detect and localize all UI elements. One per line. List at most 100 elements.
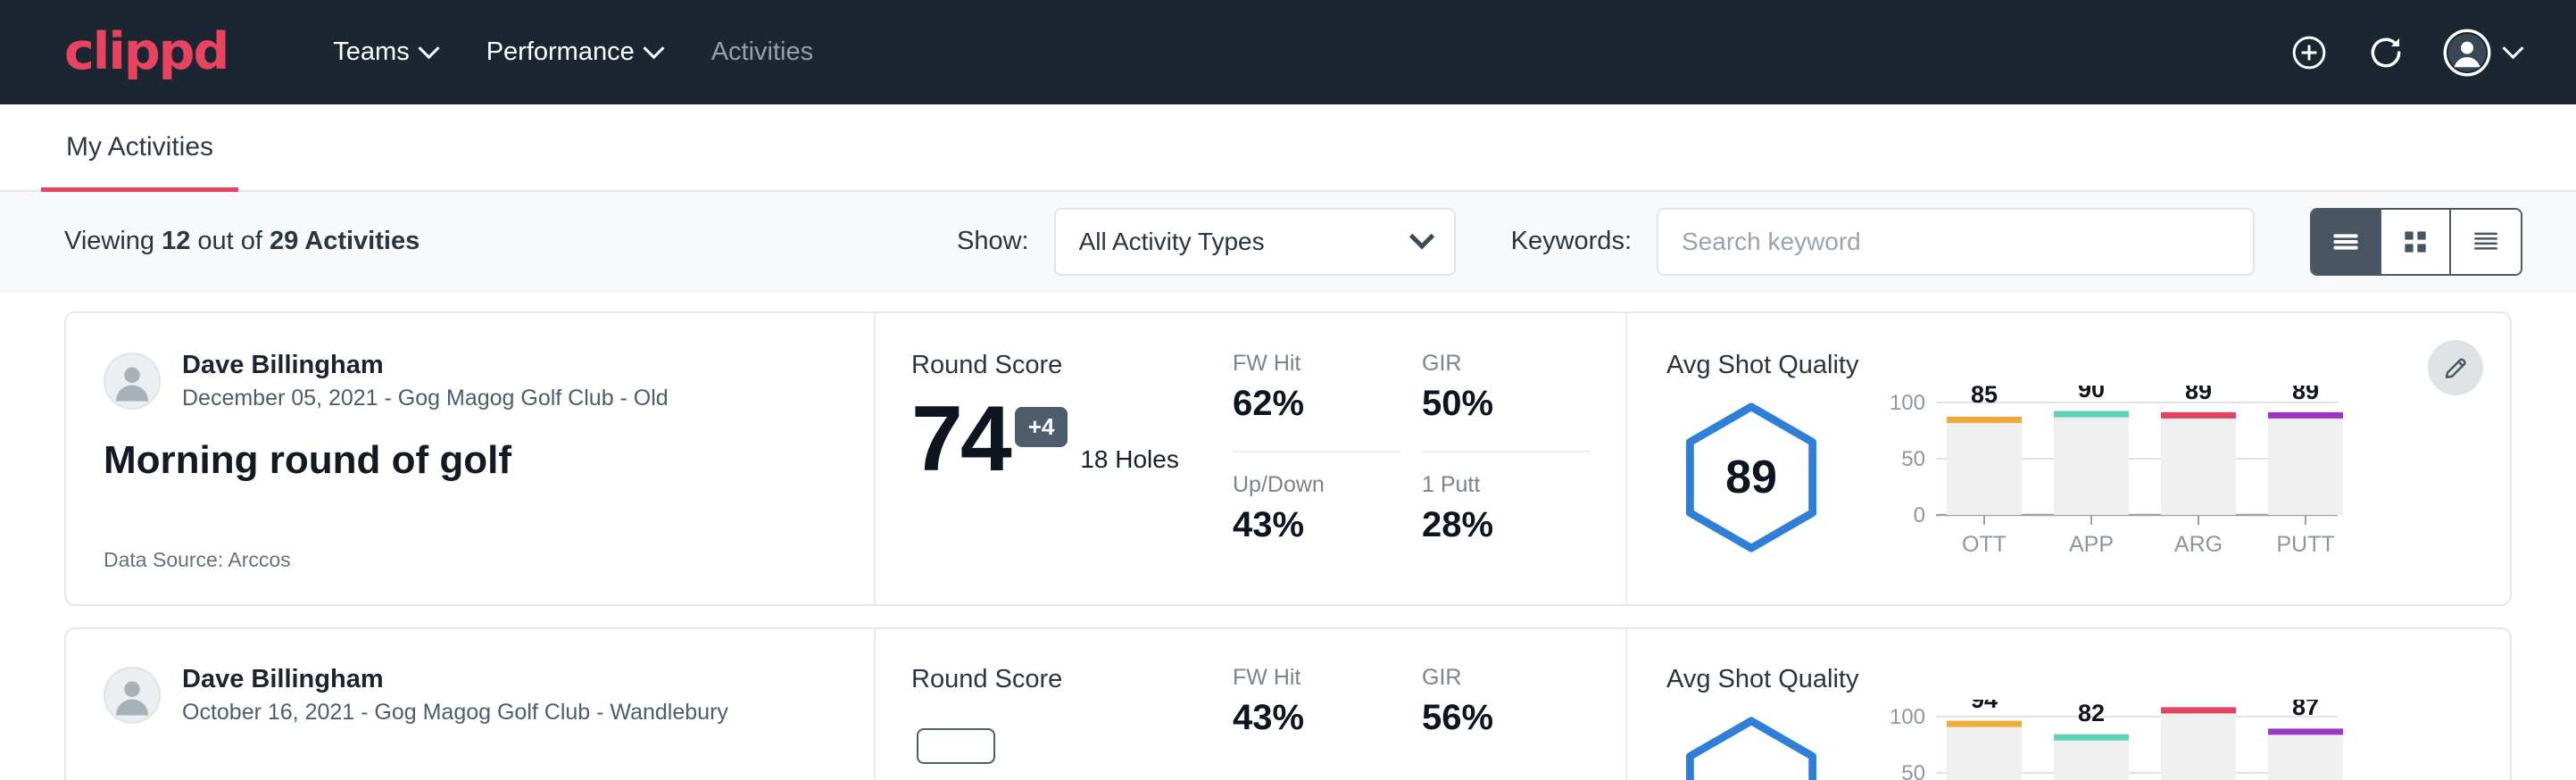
bar-arg: 89 (2161, 386, 2236, 515)
quality-hexagon: 89 (1666, 399, 1836, 556)
svg-text:89: 89 (2185, 386, 2212, 404)
filter-toolbar: Viewing 12 out of 29 Activities Show: Al… (0, 192, 2576, 292)
x-label-app: APP (2069, 532, 2114, 557)
stat-one-putt: 1 Putt 28% (1422, 472, 1590, 572)
svg-text:87: 87 (2292, 700, 2319, 720)
svg-text:82: 82 (2078, 700, 2105, 726)
round-score-value-row: 74 +4 18 Holes (911, 400, 1233, 479)
activity-meta: October 16, 2021 - Gog Magog Golf Club -… (182, 700, 728, 726)
nav-item-performance-label: Performance (486, 37, 635, 67)
refresh-icon[interactable] (2366, 33, 2406, 72)
tab-my-activities[interactable]: My Activities (41, 104, 238, 190)
avg-shot-quality-column: Avg Shot Quality 89 100 50 0 (1627, 313, 2510, 604)
tab-my-activities-label: My Activities (66, 132, 213, 162)
activity-card[interactable]: Dave Billingham October 16, 2021 - Gog M… (64, 627, 2512, 780)
nav-item-activities-label: Activities (711, 37, 813, 67)
main-nav-links: Teams Performance Activities (308, 37, 838, 67)
bar-app: 90 (2054, 386, 2129, 515)
quality-hexagon-value: 89 (1725, 451, 1777, 504)
viewing-total: 29 Activities (270, 227, 420, 255)
keywords-label: Keywords: (1511, 227, 1632, 256)
list-view-button[interactable] (2312, 210, 2381, 274)
edit-activity-button[interactable] (2428, 340, 2483, 395)
bar-ott: 85 (1947, 386, 2022, 515)
activity-info-column: Dave Billingham October 16, 2021 - Gog M… (66, 629, 874, 780)
y-tick-50: 50 (1901, 761, 1925, 780)
x-label-arg: ARG (2174, 532, 2223, 557)
viewing-summary: Viewing 12 out of 29 Activities (64, 227, 420, 256)
bar-app: 82 (2054, 700, 2129, 780)
nav-item-activities[interactable]: Activities (686, 37, 838, 67)
round-score-label: Round Score (911, 665, 1233, 694)
pencil-icon (2442, 354, 2469, 381)
stat-fw-hit-value: 43% (1233, 698, 1400, 738)
activity-meta: December 05, 2021 - Gog Magog Golf Club … (182, 386, 669, 411)
round-score-label: Round Score (911, 351, 1233, 380)
svg-text:90: 90 (2078, 386, 2105, 402)
chevron-down-icon (643, 37, 664, 59)
add-icon[interactable] (2289, 33, 2329, 72)
clippd-logo[interactable]: clippd (64, 27, 228, 78)
stat-one-putt-value: 28% (1422, 505, 1590, 545)
round-stats-grid: FW Hit 62% GIR 50% Up/Down 43% 1 Putt 28… (1233, 313, 1625, 604)
nav-actions (2289, 29, 2521, 77)
shot-quality-bar-chart: 100 50 0 85 (1882, 386, 2356, 568)
activity-author: Dave Billingham October 16, 2021 - Gog M… (104, 665, 874, 726)
avatar-icon (2443, 29, 2491, 77)
score-differential-badge (917, 728, 995, 764)
round-score-value: 74 (911, 400, 1010, 479)
nav-item-teams[interactable]: Teams (308, 37, 461, 67)
x-label-putt: PUTT (2276, 532, 2334, 557)
activity-type-select[interactable]: All Activity Types (1054, 208, 1456, 276)
author-text: Dave Billingham October 16, 2021 - Gog M… (182, 665, 728, 726)
round-score-value-row (911, 714, 1233, 750)
nav-item-teams-label: Teams (333, 37, 409, 67)
search-input[interactable] (1657, 208, 2255, 276)
activity-card[interactable]: Dave Billingham December 05, 2021 - Gog … (64, 311, 2512, 606)
data-source-label: Data Source: Arccos (104, 548, 874, 572)
score-differential-badge: +4 (1015, 407, 1068, 447)
chevron-down-icon (418, 37, 439, 59)
activity-type-selected-value: All Activity Types (1079, 228, 1413, 256)
stat-fw-hit-label: FW Hit (1233, 665, 1400, 691)
bar-putt: 87 (2268, 700, 2343, 780)
holes-played: 18 Holes (1080, 445, 1179, 479)
shot-quality-bar-chart: 100 50 0 94 (1882, 700, 2356, 780)
grid-view-button[interactable] (2381, 210, 2451, 274)
viewing-mid: out of (190, 227, 270, 255)
round-score-column: Round Score (876, 629, 1233, 780)
avatar (104, 353, 161, 410)
compact-view-button[interactable] (2451, 210, 2521, 274)
x-label-ott: OTT (1962, 532, 2007, 557)
stat-fw-hit: FW Hit 43% (1233, 665, 1400, 780)
user-menu[interactable] (2443, 29, 2521, 77)
viewing-prefix: Viewing (64, 227, 162, 255)
svg-text:94: 94 (1971, 700, 1998, 713)
quality-hexagon (1666, 713, 1836, 780)
y-tick-50: 50 (1901, 447, 1925, 471)
tab-bar: My Activities (0, 104, 2576, 192)
stat-gir-value: 56% (1422, 698, 1590, 738)
stat-fw-hit-label: FW Hit (1233, 351, 1400, 377)
svg-text:89: 89 (2292, 386, 2319, 404)
stat-fw-hit-value: 62% (1233, 384, 1400, 424)
stat-one-putt-label: 1 Putt (1422, 472, 1590, 498)
viewing-count: 12 (162, 227, 190, 255)
author-name: Dave Billingham (182, 351, 669, 380)
author-name: Dave Billingham (182, 665, 728, 694)
stat-up-down-value: 43% (1233, 505, 1400, 545)
svg-text:85: 85 (1971, 386, 1998, 408)
nav-item-performance[interactable]: Performance (461, 37, 686, 67)
stat-fw-hit: FW Hit 62% (1233, 351, 1400, 452)
activity-info-column: Dave Billingham December 05, 2021 - Gog … (66, 313, 874, 604)
chevron-down-icon (2502, 37, 2523, 59)
stat-gir: GIR 56% (1422, 665, 1590, 780)
stat-up-down-label: Up/Down (1233, 472, 1400, 498)
stat-gir-value: 50% (1422, 384, 1590, 424)
stat-gir-label: GIR (1422, 351, 1590, 377)
y-tick-100: 100 (1890, 705, 1925, 729)
author-text: Dave Billingham December 05, 2021 - Gog … (182, 351, 669, 411)
round-stats-grid: FW Hit 43% GIR 56% (1233, 629, 1625, 780)
activity-card-list: Dave Billingham December 05, 2021 - Gog … (0, 292, 2576, 780)
avg-shot-quality-label: Avg Shot Quality (1666, 665, 2474, 694)
